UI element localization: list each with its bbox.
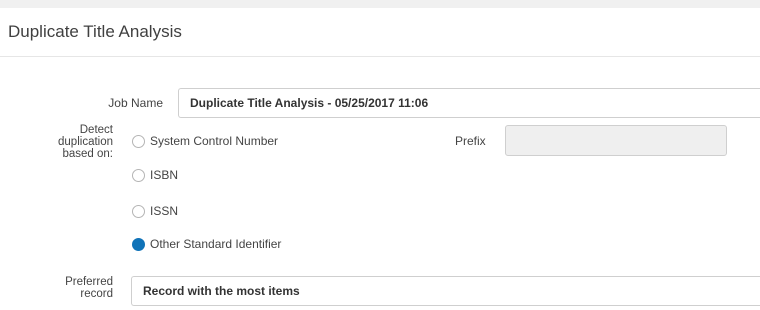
radio-circle-icon[interactable]	[132, 134, 145, 148]
radio-checked-icon[interactable]	[132, 237, 145, 251]
job-name-input[interactable]: Duplicate Title Analysis - 05/25/2017 11…	[178, 88, 760, 118]
radio-label: Other Standard Identifier	[150, 237, 282, 251]
prefix-label: Prefix	[455, 134, 486, 148]
radio-issn[interactable]: ISSN	[132, 202, 178, 220]
preferred-label-line-2: record	[80, 288, 113, 300]
detect-label-line-3: based on:	[62, 148, 113, 160]
detect-label-line-1: Detect	[79, 124, 113, 136]
detect-duplication-label: Detect duplication based on:	[40, 124, 113, 160]
job-name-label: Job Name	[108, 96, 163, 110]
top-strip	[0, 0, 760, 8]
preferred-label-line-1: Preferred	[65, 276, 113, 288]
radio-circle-icon[interactable]	[132, 204, 145, 218]
radio-label: ISSN	[150, 204, 179, 218]
prefix-input	[505, 125, 727, 156]
preferred-record-label: Preferred record	[40, 276, 113, 300]
radio-other-standard-identifier[interactable]: Other Standard Identifier	[132, 235, 281, 253]
panel-header: Duplicate Title Analysis	[0, 8, 760, 57]
detect-label-line-2: duplication	[58, 136, 113, 148]
radio-label: System Control Number	[150, 134, 279, 148]
radio-system-control-number[interactable]: System Control Number	[132, 132, 278, 150]
radio-circle-icon[interactable]	[132, 168, 145, 182]
page-title: Duplicate Title Analysis	[8, 22, 182, 41]
preferred-record-select[interactable]: Record with the most items	[131, 276, 760, 306]
radio-isbn[interactable]: ISBN	[132, 166, 178, 184]
radio-label: ISBN	[150, 168, 179, 182]
